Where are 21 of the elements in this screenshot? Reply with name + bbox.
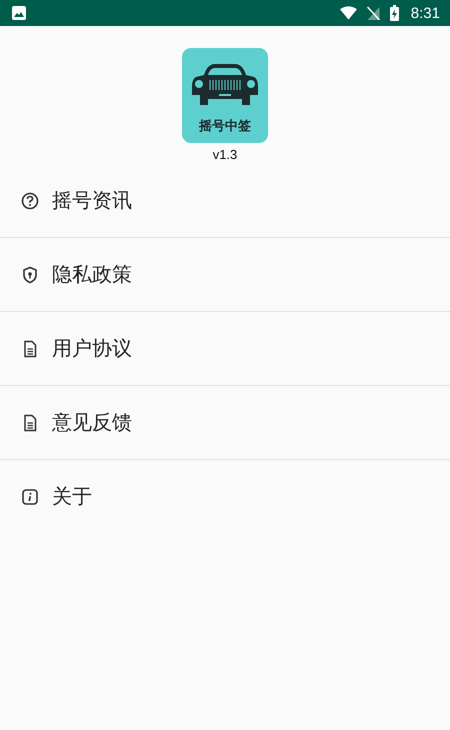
menu-item[interactable]: 用户协议 [0,312,450,386]
menu-label: 用户协议 [52,335,132,362]
clock-time: 8:31 [410,4,440,22]
menu-item[interactable]: 摇号资讯 [0,164,450,238]
menu-item[interactable]: 关于 [0,460,450,533]
no-signal-icon [364,6,382,20]
version-text: v1.3 [212,147,238,162]
menu-label: 摇号资讯 [52,187,132,214]
info-icon [21,488,39,506]
menu-label: 意见反馈 [52,409,132,436]
logo-text: 摇号中签 [199,118,251,135]
menu-label: 隐私政策 [52,261,132,288]
menu-label: 关于 [52,483,92,510]
car-icon [190,61,260,107]
battery-icon [390,5,399,21]
menu-item[interactable]: 隐私政策 [0,238,450,312]
menu-item[interactable]: 意见反馈 [0,386,450,460]
image-icon [12,6,26,20]
wifi-icon [340,6,357,20]
shield-icon [21,266,39,284]
question-icon [21,192,39,210]
